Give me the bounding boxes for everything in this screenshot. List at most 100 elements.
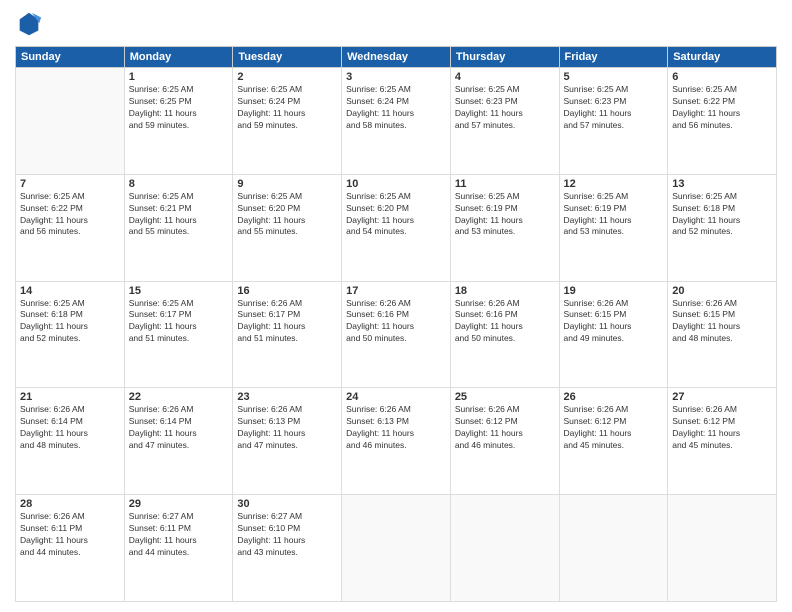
calendar-cell: 13Sunrise: 6:25 AMSunset: 6:18 PMDayligh…: [668, 174, 777, 281]
day-number: 1: [129, 71, 229, 83]
calendar-header-cell: Monday: [124, 47, 233, 68]
calendar-cell: 30Sunrise: 6:27 AMSunset: 6:10 PMDayligh…: [233, 495, 342, 602]
cell-info: Sunrise: 6:27 AMSunset: 6:10 PMDaylight:…: [237, 511, 337, 559]
calendar-cell: [450, 495, 559, 602]
calendar-header-cell: Sunday: [16, 47, 125, 68]
calendar-header-row: SundayMondayTuesdayWednesdayThursdayFrid…: [16, 47, 777, 68]
calendar-row: 14Sunrise: 6:25 AMSunset: 6:18 PMDayligh…: [16, 281, 777, 388]
calendar-cell: 4Sunrise: 6:25 AMSunset: 6:23 PMDaylight…: [450, 68, 559, 175]
calendar-cell: [668, 495, 777, 602]
calendar-cell: 8Sunrise: 6:25 AMSunset: 6:21 PMDaylight…: [124, 174, 233, 281]
calendar-header-cell: Wednesday: [342, 47, 451, 68]
cell-info: Sunrise: 6:25 AMSunset: 6:20 PMDaylight:…: [346, 191, 446, 239]
cell-info: Sunrise: 6:26 AMSunset: 6:12 PMDaylight:…: [564, 404, 664, 452]
cell-info: Sunrise: 6:26 AMSunset: 6:16 PMDaylight:…: [455, 298, 555, 346]
calendar-header-cell: Friday: [559, 47, 668, 68]
day-number: 15: [129, 285, 229, 297]
calendar-cell: [342, 495, 451, 602]
calendar-row: 21 Sunrise: 6:26 AMSunset: 6:14 PMDayligh…: [16, 388, 777, 495]
day-number: 17: [346, 285, 446, 297]
cell-info: Sunrise: 6:25 AMSunset: 6:20 PMDaylight:…: [237, 191, 337, 239]
calendar-cell: 1Sunrise: 6:25 AMSunset: 6:25 PMDaylight…: [124, 68, 233, 175]
calendar-row: 7Sunrise: 6:25 AMSunset: 6:22 PMDaylight…: [16, 174, 777, 281]
calendar-header-cell: Thursday: [450, 47, 559, 68]
calendar-header-cell: Tuesday: [233, 47, 342, 68]
day-number: 13: [672, 178, 772, 190]
day-number: 2: [237, 71, 337, 83]
calendar-cell: [16, 68, 125, 175]
cell-info: Sunrise: 6:26 AMSunset: 6:17 PMDaylight:…: [237, 298, 337, 346]
calendar-cell: 6Sunrise: 6:25 AMSunset: 6:22 PMDaylight…: [668, 68, 777, 175]
calendar-cell: 5Sunrise: 6:25 AMSunset: 6:23 PMDaylight…: [559, 68, 668, 175]
calendar-cell: 27Sunrise: 6:26 AMSunset: 6:12 PMDayligh…: [668, 388, 777, 495]
calendar-row: 28Sunrise: 6:26 AMSunset: 6:11 PMDayligh…: [16, 495, 777, 602]
cell-info: Sunrise: 6:26 AMSunset: 6:11 PMDaylight:…: [20, 511, 120, 559]
cell-info: Sunrise: 6:26 AMSunset: 6:16 PMDaylight:…: [346, 298, 446, 346]
calendar-cell: 10Sunrise: 6:25 AMSunset: 6:20 PMDayligh…: [342, 174, 451, 281]
cell-info: Sunrise: 6:26 AMSunset: 6:13 PMDaylight:…: [237, 404, 337, 452]
day-number: 10: [346, 178, 446, 190]
calendar-header-cell: Saturday: [668, 47, 777, 68]
calendar-cell: 28Sunrise: 6:26 AMSunset: 6:11 PMDayligh…: [16, 495, 125, 602]
day-number: 12: [564, 178, 664, 190]
day-number: 30: [237, 498, 337, 510]
day-number: 14: [20, 285, 120, 297]
cell-info: Sunrise: 6:26 AMSunset: 6:12 PMDaylight:…: [455, 404, 555, 452]
day-number: 27: [672, 391, 772, 403]
page-header: [15, 10, 777, 38]
calendar-cell: 21Sunrise: 6:26 AMSunset: 6:14 PMDayligh…: [16, 388, 125, 495]
logo: [15, 10, 47, 38]
calendar-cell: 22Sunrise: 6:26 AMSunset: 6:14 PMDayligh…: [124, 388, 233, 495]
cell-info: Sunrise: 6:25 AMSunset: 6:21 PMDaylight:…: [129, 191, 229, 239]
cell-info: Sunrise: 6:26 AMSunset: 6:14 PMDaylight:…: [129, 404, 229, 452]
calendar-cell: 24Sunrise: 6:26 AMSunset: 6:13 PMDayligh…: [342, 388, 451, 495]
cell-info: Sunrise: 6:26 AMSunset: 6:15 PMDaylight:…: [672, 298, 772, 346]
day-number: 18: [455, 285, 555, 297]
day-number: 21: [20, 391, 120, 403]
day-number: 6: [672, 71, 772, 83]
cell-info: Sunrise: 6:25 AMSunset: 6:18 PMDaylight:…: [20, 298, 120, 346]
day-number: 22: [129, 391, 229, 403]
day-number: 7: [20, 178, 120, 190]
cell-info: Sunrise: 6:25 AMSunset: 6:23 PMDaylight:…: [564, 84, 664, 132]
calendar-row: 1Sunrise: 6:25 AMSunset: 6:25 PMDaylight…: [16, 68, 777, 175]
day-number: 26: [564, 391, 664, 403]
cell-info: Sunrise: 6:25 AMSunset: 6:22 PMDaylight:…: [672, 84, 772, 132]
calendar-cell: 14Sunrise: 6:25 AMSunset: 6:18 PMDayligh…: [16, 281, 125, 388]
calendar-cell: 11Sunrise: 6:25 AMSunset: 6:19 PMDayligh…: [450, 174, 559, 281]
cell-info: Sunrise: 6:26 AMSunset: 6:12 PMDaylight:…: [672, 404, 772, 452]
day-number: 29: [129, 498, 229, 510]
calendar-cell: 29Sunrise: 6:27 AMSunset: 6:11 PMDayligh…: [124, 495, 233, 602]
calendar-cell: 19Sunrise: 6:26 AMSunset: 6:15 PMDayligh…: [559, 281, 668, 388]
cell-info: Sunrise: 6:25 AMSunset: 6:17 PMDaylight:…: [129, 298, 229, 346]
day-number: 3: [346, 71, 446, 83]
calendar-cell: 2Sunrise: 6:25 AMSunset: 6:24 PMDaylight…: [233, 68, 342, 175]
calendar-cell: 25Sunrise: 6:26 AMSunset: 6:12 PMDayligh…: [450, 388, 559, 495]
calendar-cell: 20Sunrise: 6:26 AMSunset: 6:15 PMDayligh…: [668, 281, 777, 388]
calendar-table: SundayMondayTuesdayWednesdayThursdayFrid…: [15, 46, 777, 602]
calendar-cell: 26Sunrise: 6:26 AMSunset: 6:12 PMDayligh…: [559, 388, 668, 495]
cell-info: Sunrise: 6:26 AMSunset: 6:15 PMDaylight:…: [564, 298, 664, 346]
cell-info: Sunrise: 6:27 AMSunset: 6:11 PMDaylight:…: [129, 511, 229, 559]
calendar-cell: 23Sunrise: 6:26 AMSunset: 6:13 PMDayligh…: [233, 388, 342, 495]
calendar-cell: 16Sunrise: 6:26 AMSunset: 6:17 PMDayligh…: [233, 281, 342, 388]
cell-info: Sunrise: 6:25 AMSunset: 6:19 PMDaylight:…: [455, 191, 555, 239]
day-number: 4: [455, 71, 555, 83]
calendar-body: 1Sunrise: 6:25 AMSunset: 6:25 PMDaylight…: [16, 68, 777, 602]
day-number: 11: [455, 178, 555, 190]
day-number: 8: [129, 178, 229, 190]
calendar-cell: 17Sunrise: 6:26 AMSunset: 6:16 PMDayligh…: [342, 281, 451, 388]
day-number: 16: [237, 285, 337, 297]
day-number: 24: [346, 391, 446, 403]
calendar-cell: 18Sunrise: 6:26 AMSunset: 6:16 PMDayligh…: [450, 281, 559, 388]
calendar-cell: 12Sunrise: 6:25 AMSunset: 6:19 PMDayligh…: [559, 174, 668, 281]
cell-info: Sunrise: 6:25 AMSunset: 6:18 PMDaylight:…: [672, 191, 772, 239]
cell-info: Sunrise: 6:25 AMSunset: 6:23 PMDaylight:…: [455, 84, 555, 132]
cell-info: Sunrise: 6:25 AMSunset: 6:22 PMDaylight:…: [20, 191, 120, 239]
calendar-cell: 15Sunrise: 6:25 AMSunset: 6:17 PMDayligh…: [124, 281, 233, 388]
cell-info: Sunrise: 6:25 AMSunset: 6:24 PMDaylight:…: [237, 84, 337, 132]
day-number: 19: [564, 285, 664, 297]
cell-info: Sunrise: 6:25 AMSunset: 6:19 PMDaylight:…: [564, 191, 664, 239]
logo-icon: [15, 10, 43, 38]
day-number: 20: [672, 285, 772, 297]
